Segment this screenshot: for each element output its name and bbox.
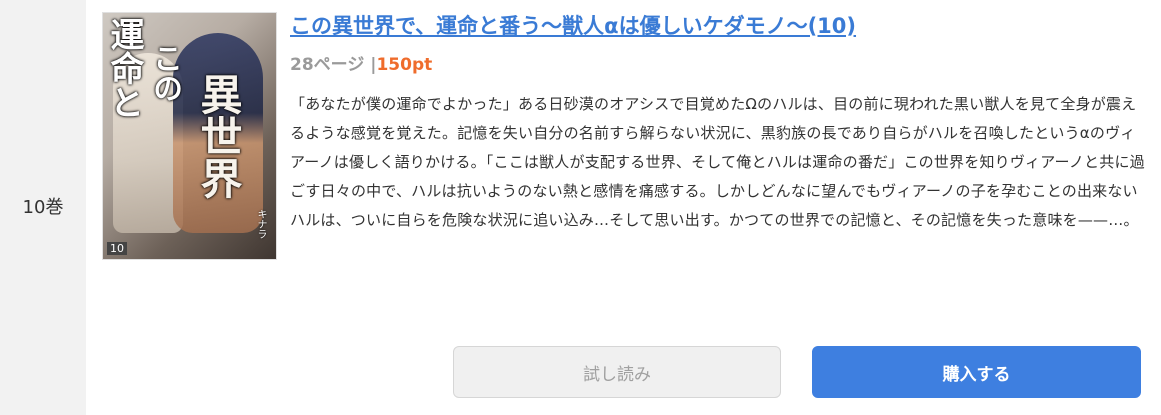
cover-volume-number: 10 <box>107 242 127 255</box>
cover-title-kono: この <box>147 43 182 103</box>
trial-read-button[interactable]: 試し読み <box>453 346 781 398</box>
volume-label: 10巻 <box>22 197 64 218</box>
page-count: 28ページ <box>290 55 365 75</box>
volume-column: 10巻 <box>0 0 86 415</box>
book-meta: 28ページ |150pt <box>290 50 432 75</box>
cover-author: キナラ <box>255 209 266 239</box>
buy-button[interactable]: 購入する <box>812 346 1141 398</box>
book-row: 10巻 この 運命と 異世界 キナラ 10 この異世界で、運命と番う〜獣人αは優… <box>0 0 1161 415</box>
price: 150pt <box>376 55 433 75</box>
book-description: 「あなたが僕の運命でよかった」ある日砂漠のオアシスで目覚めたΩのハルは、目の前に… <box>290 95 1145 229</box>
book-title-link[interactable]: この異世界で、運命と番う〜獣人αは優しいケダモノ〜(10) <box>290 10 856 40</box>
cover-title-isekai: 異世界 <box>194 73 243 199</box>
cover-title-unmei: 運命と <box>104 17 144 119</box>
book-cover-image[interactable]: この 運命と 異世界 キナラ 10 <box>102 12 277 260</box>
